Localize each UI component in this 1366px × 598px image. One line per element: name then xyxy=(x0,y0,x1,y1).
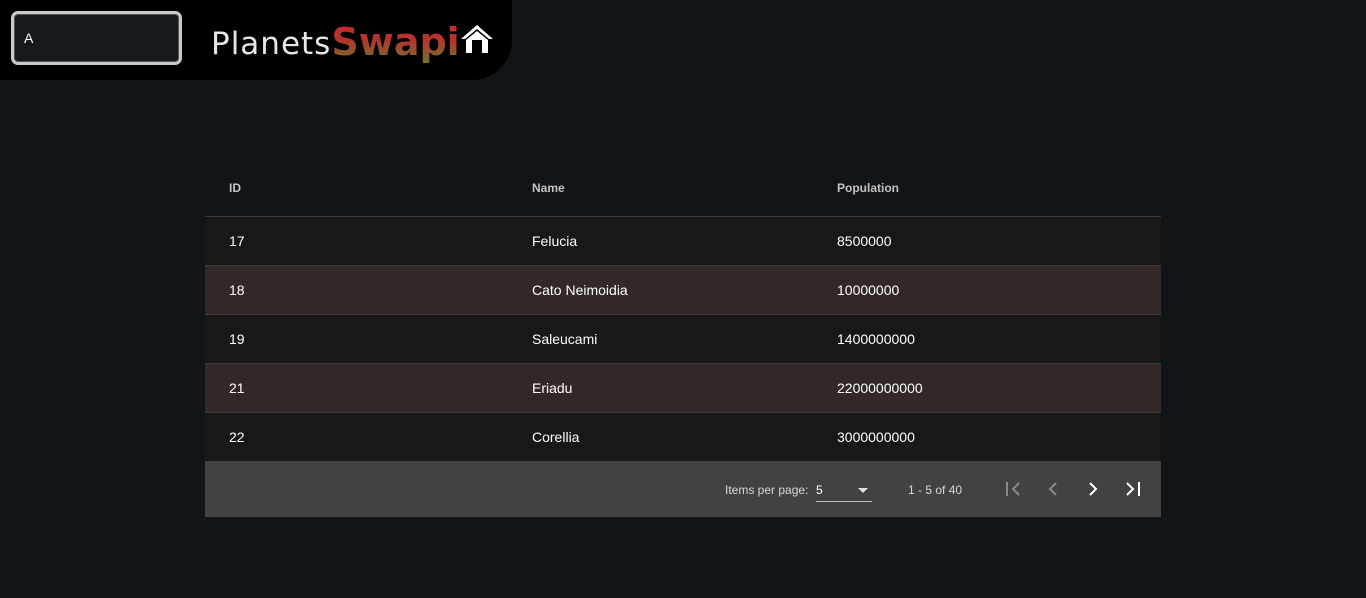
table-row[interactable]: 22 Corellia 3000000000 xyxy=(205,413,1161,461)
items-per-page-select[interactable]: 5 xyxy=(816,482,872,502)
cell-population: 8500000 xyxy=(837,233,892,249)
cell-name: Felucia xyxy=(532,233,578,249)
cell-name: Eriadu xyxy=(532,380,573,396)
cell-id: 21 xyxy=(229,380,245,396)
chevron-down-icon xyxy=(858,488,868,493)
next-page-icon[interactable] xyxy=(1081,477,1105,501)
column-header-id[interactable]: ID xyxy=(205,181,507,195)
cell-name: Corellia xyxy=(532,429,580,445)
brand-logo: Planets Swapi xyxy=(211,14,460,66)
last-page-icon[interactable] xyxy=(1121,477,1145,501)
cell-name: Saleucami xyxy=(532,331,598,347)
top-bar: Planets Swapi xyxy=(0,0,512,80)
cell-population: 10000000 xyxy=(837,282,900,298)
previous-page-icon[interactable] xyxy=(1041,477,1065,501)
cell-population: 1400000000 xyxy=(837,331,915,347)
table-header: ID Name Population xyxy=(205,160,1161,217)
cell-id: 18 xyxy=(229,282,245,298)
cell-id: 19 xyxy=(229,331,245,347)
cell-population: 22000000000 xyxy=(837,380,923,396)
items-per-page-label: Items per page: xyxy=(725,483,809,497)
cell-id: 22 xyxy=(229,429,245,445)
table-row[interactable]: 21 Eriadu 22000000000 xyxy=(205,364,1161,413)
column-header-name[interactable]: Name xyxy=(507,181,810,195)
table-row[interactable]: 18 Cato Neimoidia 10000000 xyxy=(205,266,1161,315)
brand-planets-text: Planets xyxy=(211,26,332,62)
search-input[interactable] xyxy=(11,11,182,65)
paginator: Items per page: 5 1 - 5 of 40 xyxy=(205,461,1161,517)
planets-table: ID Name Population 17 Felucia 8500000 18… xyxy=(205,160,1161,517)
table-row[interactable]: 17 Felucia 8500000 xyxy=(205,217,1161,266)
brand-swapi-text: Swapi xyxy=(331,20,460,64)
items-per-page-value: 5 xyxy=(816,483,823,497)
page-range-label: 1 - 5 of 40 xyxy=(908,483,963,497)
column-header-population[interactable]: Population xyxy=(810,181,1161,195)
cell-population: 3000000000 xyxy=(837,429,915,445)
table-row[interactable]: 19 Saleucami 1400000000 xyxy=(205,315,1161,364)
cell-id: 17 xyxy=(229,233,245,249)
home-icon[interactable] xyxy=(459,23,495,55)
first-page-icon[interactable] xyxy=(1001,477,1025,501)
cell-name: Cato Neimoidia xyxy=(532,282,628,298)
